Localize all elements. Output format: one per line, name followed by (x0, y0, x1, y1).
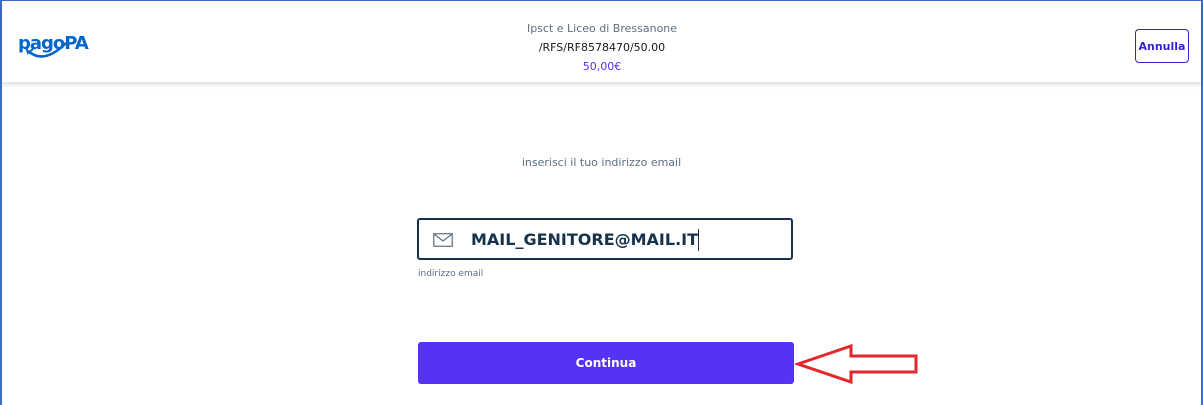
payment-amount: 50,00€ (582, 60, 622, 73)
pagopa-logo: pagoPA (14, 23, 89, 65)
cancel-button[interactable]: Annulla (1135, 29, 1189, 63)
notice-code: /RFS/RF8578470/50.00 (538, 41, 666, 54)
left-arrow-icon (795, 344, 918, 384)
creditor-name: Ipsct e Liceo di Bressanone (526, 22, 678, 35)
email-helper-text: indirizzo email (418, 269, 484, 279)
text-caret (698, 229, 699, 251)
continue-button[interactable]: Continua (418, 342, 794, 384)
logo-swoosh-icon (25, 42, 67, 58)
email-input[interactable] (471, 226, 781, 252)
mail-icon (433, 233, 453, 247)
email-field[interactable] (417, 218, 793, 260)
payment-summary: Ipsct e Liceo di Bressanone /RFS/RF85784… (402, 19, 802, 76)
email-prompt: inserisci il tuo indirizzo email (521, 156, 682, 169)
header: pagoPA Ipsct e Liceo di Bressanone /RFS/… (2, 1, 1201, 83)
